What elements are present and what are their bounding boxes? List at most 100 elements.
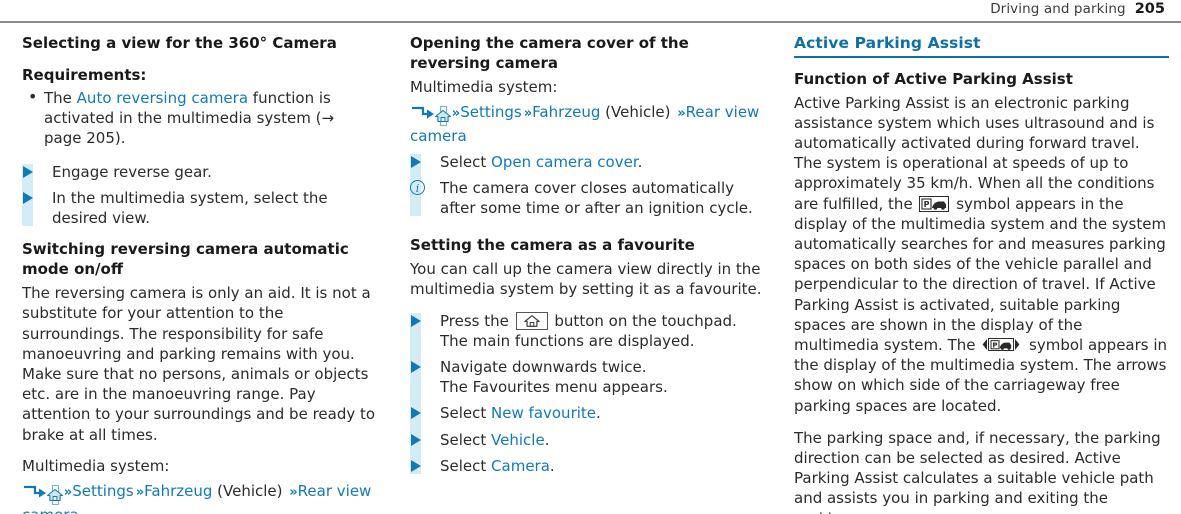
steps-select-view: Engage reverse gear. In the multimedia s… (22, 162, 376, 229)
link-vehicle[interactable]: Vehicle (491, 431, 545, 449)
step-pre: Select (440, 456, 492, 475)
label-multimedia-system: Multimedia system: (410, 78, 558, 96)
triangle-bullet-icon (410, 311, 440, 327)
heading-selecting-view: Selecting a view for the 360° Camera (22, 34, 337, 52)
link-auto-reversing-camera[interactable]: Auto reversing camera (77, 89, 248, 107)
link-open-camera-cover[interactable]: Open camera cover (491, 153, 638, 171)
link-new-favourite[interactable]: New favourite (491, 404, 596, 422)
chevron-right-icon: » (677, 106, 686, 122)
step-item[interactable]: Press the button on the touchpad. The mai… (410, 311, 771, 351)
step-text: Select Camera. (440, 456, 771, 476)
step-pre: Select (440, 152, 492, 171)
info-icon (410, 178, 440, 199)
chevron-right-icon: » (523, 106, 533, 122)
turn-arrow-icon (22, 484, 48, 498)
triangle-bullet-icon (22, 188, 52, 204)
section-divider (794, 56, 1169, 58)
step-pre: Select (440, 404, 492, 423)
menu-path-1: » Settings» Fahrzeug (Vehicle) » Rear view … (22, 481, 376, 514)
label-multimedia-system: Multimedia system: (22, 456, 170, 475)
step-pre: Navigate downwards twice. (440, 358, 647, 377)
menu-item-translation: (Vehicle) (212, 482, 288, 501)
step-post: . (637, 152, 643, 171)
step-text: Engage reverse gear. (52, 162, 212, 181)
header-chapter-title: Driving and parking (990, 1, 1126, 17)
column-1: Selecting a view for the 360° Camera Req… (0, 33, 393, 514)
step-item[interactable]: Select New favourite. (410, 403, 771, 423)
header-page-number: 205 (1134, 1, 1165, 17)
chevron-right-icon: » (63, 485, 73, 501)
home-button-icon[interactable] (515, 311, 548, 330)
info-note: The camera cover closes automatically af… (410, 178, 771, 218)
column-2: Opening the camera cover of the reversin… (393, 33, 786, 514)
paragraph-active-parking-assist: Active Parking Assist is an electronic p… (794, 93, 1169, 416)
heading-setting-favourite: Setting the camera as a favourite (410, 236, 695, 255)
step-text: Select Open camera cover. (440, 152, 771, 172)
triangle-bullet-icon (22, 162, 52, 178)
heading-function-active-parking-assist: Function of Active Parking Assist (794, 69, 1073, 88)
link-camera[interactable]: Camera (491, 457, 550, 475)
steps-favourite: Press the button on the touchpad. The mai… (410, 311, 771, 476)
parking-camera-symbol-icon: P (919, 195, 950, 212)
step-item[interactable]: Select Open camera cover. (410, 152, 771, 172)
step-sub-text: The main functions are displayed. (440, 331, 695, 350)
list-item: The Auto reversing camera function is ac… (22, 87, 376, 149)
triangle-bullet-icon (410, 357, 440, 374)
paragraph-reversing-camera-aid: The reversing camera is only an aid. It … (22, 284, 376, 444)
paragraph-parking-space-selection: The parking space and, if necessary, the… (794, 428, 1161, 514)
step-text: In the multimedia system, select the des… (52, 188, 328, 228)
step-pre: Press the (440, 311, 514, 330)
chevron-right-icon: » (451, 106, 461, 122)
paragraph-part-b: symbol appears in the display of the mul… (794, 194, 1167, 355)
home-icon[interactable] (435, 106, 452, 127)
turn-arrow-icon (410, 105, 436, 119)
step-item[interactable]: Select Camera. (410, 456, 771, 476)
chevron-right-icon: » (135, 485, 145, 501)
heading-switching-reversing: Switching reversing camera automatic mod… (22, 240, 349, 279)
step-post: . (596, 404, 601, 423)
column-3: Active Parking Assist Function of Active… (786, 33, 1181, 514)
menu-item-settings[interactable]: Settings (460, 103, 522, 121)
triangle-bullet-icon (410, 456, 440, 472)
heading-requirements: Requirements: (22, 66, 147, 84)
svg-text:P: P (924, 200, 930, 209)
triangle-bullet-icon (410, 152, 440, 168)
step-text: Navigate downwards twice. The Favourites … (440, 357, 771, 397)
step-item[interactable]: Engage reverse gear. (22, 162, 376, 182)
page-columns: Selecting a view for the 360° Camera Req… (0, 33, 1181, 514)
step-pre: Select (440, 430, 492, 449)
step-text: Press the button on the touchpad. The mai… (440, 311, 771, 351)
step-post: button on the touchpad. (549, 311, 737, 330)
requirements-list: The Auto reversing camera function is ac… (22, 87, 376, 149)
home-icon[interactable] (47, 485, 64, 506)
triangle-bullet-icon (410, 403, 440, 420)
manual-page: Driving and parking 205 Selecting a view… (0, 0, 1181, 514)
header-divider (0, 21, 1181, 23)
menu-path-2: » Settings» Fahrzeug (Vehicle) » Rear view … (410, 102, 771, 146)
step-text: Select New favourite. (440, 403, 771, 423)
note-text: The camera cover closes automatically af… (440, 178, 753, 218)
menu-item-settings[interactable]: Settings (72, 482, 134, 500)
section-title-active-parking-assist: Active Parking Assist (794, 34, 981, 52)
triangle-bullet-icon (410, 430, 440, 446)
svg-text:P: P (993, 341, 998, 349)
heading-opening-camera-cover: Opening the camera cover of the reversin… (410, 34, 689, 72)
paragraph-camera-favourite: You can call up the camera view directly… (410, 260, 762, 299)
steps-open-camera-cover: Select Open camera cover. The camera cov… (410, 152, 771, 219)
menu-item-translation: (Vehicle) (600, 103, 676, 122)
menu-item-fahrzeug[interactable]: Fahrzeug (144, 482, 212, 500)
step-item[interactable]: Navigate downwards twice. The Favourites … (410, 357, 771, 397)
step-post: . (544, 430, 550, 449)
step-text: Select Vehicle. (440, 430, 771, 450)
step-post: . (549, 456, 555, 475)
menu-item-fahrzeug[interactable]: Fahrzeug (532, 103, 600, 121)
step-item[interactable]: Select Vehicle. (410, 430, 771, 450)
step-item[interactable]: In the multimedia system, select the des… (22, 188, 376, 228)
parking-camera-arrows-symbol-icon: P (982, 337, 1022, 353)
step-sub-text: The Favourites menu appears. (440, 378, 668, 397)
